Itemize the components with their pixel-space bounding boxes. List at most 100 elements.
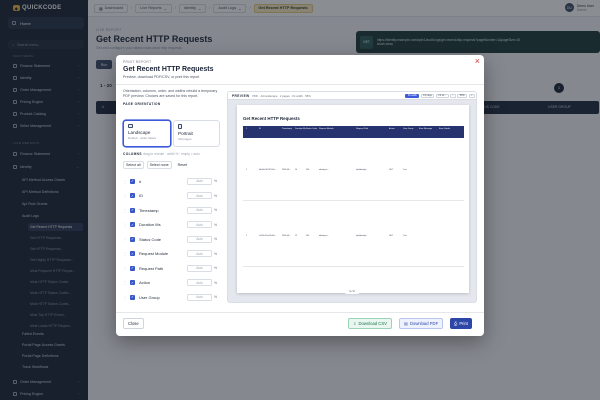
column-row[interactable]: ⋮ ✓ User Group Auto% <box>123 290 224 305</box>
column-checkbox[interactable]: ✓ <box>130 178 135 184</box>
orientation-subtitle: Tall pages <box>178 137 192 141</box>
percent-unit: % <box>214 208 218 213</box>
pdf-cell: True <box>403 169 407 171</box>
percent-unit: % <box>214 266 218 271</box>
drag-handle-icon[interactable]: ⋮ <box>123 208 127 213</box>
close-button[interactable]: Close <box>123 318 144 329</box>
column-row[interactable]: ⋮ ✓ ID Auto% <box>123 189 224 204</box>
column-width-input[interactable]: Auto <box>187 235 212 243</box>
column-checkbox[interactable]: ✓ <box>130 222 135 228</box>
pdf-header-cell: Error Details <box>439 128 451 130</box>
column-label: Status Code <box>139 236 162 242</box>
drag-handle-icon[interactable]: ⋮ <box>123 295 127 300</box>
modal-divider <box>116 84 484 85</box>
column-width-input[interactable]: Auto <box>187 192 212 200</box>
print-label: Print <box>459 321 468 326</box>
pdf-header-cell: # <box>246 128 248 130</box>
preview-label: PREVIEW <box>232 93 250 98</box>
column-checkbox[interactable]: ✓ <box>130 251 135 257</box>
preview-page-indicator[interactable]: 1 / 2 <box>344 288 360 294</box>
orientation-subtitle: Default · wider tables <box>128 136 157 140</box>
column-checkbox[interactable]: ✓ <box>130 265 135 271</box>
orientation-portrait[interactable]: Portrait Tall pages <box>173 120 220 147</box>
column-width-input[interactable]: Auto <box>187 293 212 301</box>
column-label: Request Module <box>139 251 169 257</box>
percent-unit: % <box>214 222 218 227</box>
pdf-cell: GET <box>389 169 393 171</box>
pdf-cell: 2026-06-... <box>282 169 292 171</box>
column-width-input[interactable]: Auto <box>187 279 212 287</box>
pdf-page: Get Recent HTTP Requests # ID Timestamp Dur… <box>237 105 469 293</box>
column-checkbox[interactable]: ✓ <box>130 280 135 286</box>
column-width-input[interactable]: Auto <box>187 250 212 258</box>
close-icon[interactable]: × <box>475 57 480 66</box>
preview-tool-button[interactable]: Fit wi... <box>435 93 449 98</box>
columns-label-text: COLUMNS <box>123 152 142 156</box>
download-csv-label: Download CSV <box>358 321 387 326</box>
drag-handle-icon[interactable]: ⋮ <box>123 193 127 198</box>
column-row[interactable]: ⋮ ✓ Request Module Auto% <box>123 247 224 262</box>
print-button[interactable]: ⎙ Print <box>450 318 472 329</box>
percent-unit: % <box>214 193 218 198</box>
download-csv-button[interactable]: ⇩ Download CSV <box>348 318 392 329</box>
column-actions: Select all Select none Reset <box>123 161 190 169</box>
pdf-header-cell: Error Message <box>419 128 433 130</box>
pdf-cell: 1 <box>246 169 248 171</box>
column-checkbox[interactable]: ✓ <box>130 207 135 213</box>
drag-handle-icon[interactable]: ⋮ <box>123 266 127 271</box>
pdf-cell: GET <box>389 235 393 237</box>
portrait-icon <box>178 124 182 129</box>
column-row[interactable]: ⋮ ✓ Duration Ms Auto% <box>123 218 224 233</box>
column-row[interactable]: ⋮ ✓ Action Auto% <box>123 276 224 291</box>
drag-handle-icon[interactable]: ⋮ <box>123 222 127 227</box>
preview-tool-button[interactable]: - <box>450 93 456 98</box>
pdf-cell: identity-m... <box>319 235 329 237</box>
column-checkbox[interactable]: ✓ <box>130 193 135 199</box>
column-label: # <box>139 178 142 184</box>
column-width-input[interactable]: Auto <box>187 221 212 229</box>
column-width-input[interactable]: Auto <box>187 177 212 185</box>
preview-tool-button[interactable]: + <box>468 93 475 98</box>
orientation-landscape[interactable]: Landscape Default · wider tables <box>123 120 171 147</box>
preview-tool-button[interactable]: 58% <box>457 93 468 98</box>
download-pdf-button[interactable]: ▤ Download PDF <box>399 318 444 329</box>
column-row[interactable]: ⋮ ✓ Request Path Auto% <box>123 261 224 276</box>
column-width-input[interactable]: Auto <box>187 206 212 214</box>
column-row[interactable]: ⋮ ✓ Timestamp Auto% <box>123 203 224 218</box>
column-row[interactable]: ⋮ ✓ # Auto% <box>123 174 224 189</box>
pdf-cell: /api/identity/... <box>356 235 368 237</box>
pdf-header-cell: ID <box>259 128 261 130</box>
preview-tool-button[interactable]: Fit page <box>420 93 435 98</box>
pdf-cell: 200 <box>306 169 310 171</box>
pdf-preview[interactable]: PREVIEW PDF · A4 landscape · 2 pages · F… <box>227 91 477 303</box>
modal-settings: Orientation, columns, order, and widths … <box>123 89 223 106</box>
select-none-button[interactable]: Select none <box>146 161 172 169</box>
reset-button[interactable]: Reset <box>174 161 190 169</box>
pdf-cell: 2026-06-... <box>282 235 292 237</box>
columns-list: ⋮ ✓ # Auto% ⋮ ✓ ID Auto% ⋮ ✓ Timestamp Auto% ⋮ ✓ Durat… <box>123 174 224 314</box>
pdf-cell: identity-m... <box>319 169 329 171</box>
column-width-input[interactable]: Auto <box>187 264 212 272</box>
column-checkbox[interactable]: ✓ <box>130 236 135 242</box>
modal-subtitle: Preview, download PDF/CSV, or print this… <box>123 75 200 79</box>
pdf-header-cell: Action <box>389 128 395 130</box>
modal-title: Get Recent HTTP Requests <box>123 66 214 73</box>
column-label: ID <box>139 193 143 199</box>
preview-tool-button[interactable]: Fit width <box>405 93 420 98</box>
drag-handle-icon[interactable]: ⋮ <box>123 237 127 242</box>
percent-unit: % <box>214 179 218 184</box>
column-row[interactable]: ⋮ ✓ Status Code Auto% <box>123 232 224 247</box>
select-all-button[interactable]: Select all <box>123 161 144 169</box>
drag-handle-icon[interactable]: ⋮ <box>123 280 127 285</box>
pdf-table-header: # ID Timestamp Duration Ms Status Code Reques… <box>243 126 464 138</box>
column-checkbox[interactable]: ✓ <box>130 294 135 300</box>
orientation-title: Landscape <box>128 130 151 135</box>
pdf-cell: 200 <box>306 235 310 237</box>
print-report-modal: PRINT REPORT Get Recent HTTP Requests Pr… <box>116 55 484 336</box>
pdf-header-cell: User Group <box>403 128 414 130</box>
pdf-header-cell: Duration Ms <box>295 128 306 130</box>
drag-handle-icon[interactable]: ⋮ <box>123 251 127 256</box>
pdf-header-cell: Request Path <box>356 128 369 130</box>
download-pdf-label: Download PDF <box>409 321 439 326</box>
drag-handle-icon[interactable]: ⋮ <box>123 179 127 184</box>
